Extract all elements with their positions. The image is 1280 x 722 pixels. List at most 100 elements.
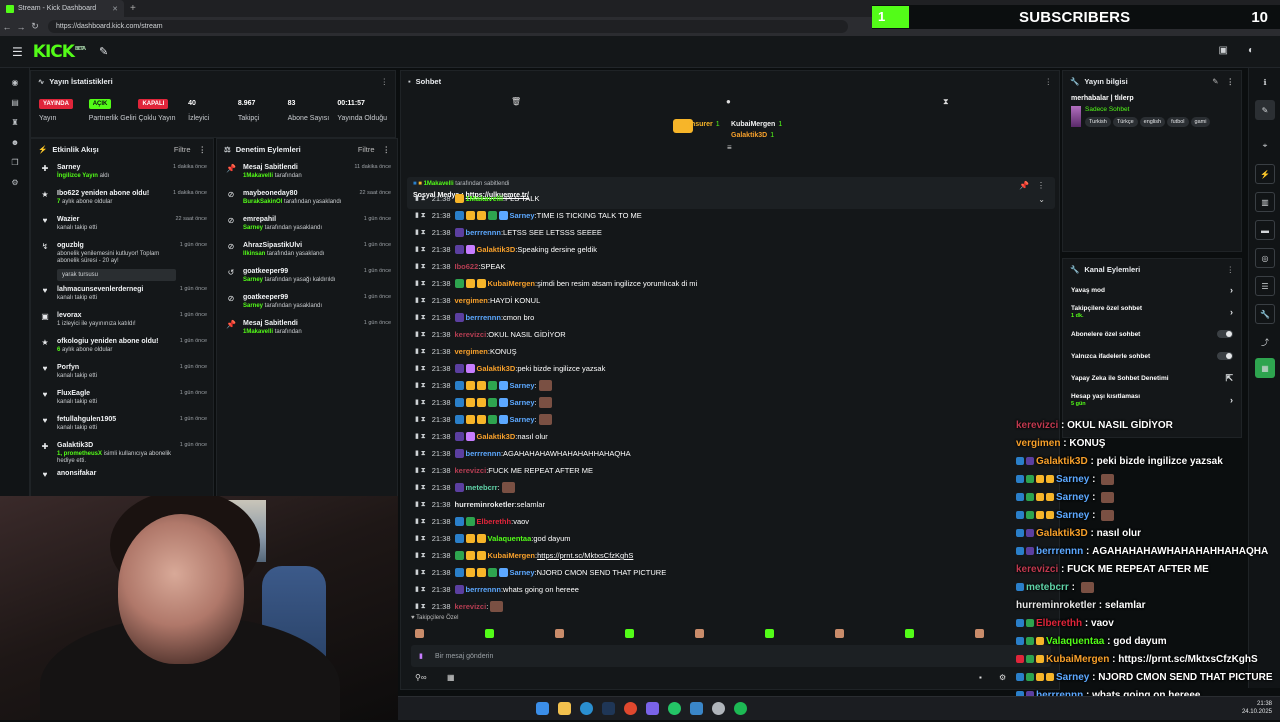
chat-message[interactable]: ▮ ⧗ 21:38 Valaquentaa: god dayum bbox=[401, 530, 1061, 547]
channel-action-row[interactable]: Yapay Zeka ile Sohbet Denetimi ⇱ bbox=[1063, 367, 1241, 389]
whatsapp-icon[interactable] bbox=[668, 702, 681, 715]
message-actions-icon[interactable]: ▮ ⧗ bbox=[415, 347, 426, 356]
more-icon[interactable]: ⋮ bbox=[199, 145, 207, 154]
chat-username[interactable]: metebcrr bbox=[466, 483, 498, 492]
tag-chip[interactable]: Türkçe bbox=[1112, 117, 1138, 127]
app-icon[interactable] bbox=[690, 702, 703, 715]
broadcast-icon[interactable]: ◎ bbox=[1255, 248, 1275, 268]
layout-icon[interactable]: ▣ bbox=[1219, 45, 1228, 56]
menu-icon[interactable]: ☰ bbox=[12, 45, 23, 59]
clock[interactable]: 21:38 24.10.2025 bbox=[1242, 700, 1272, 716]
tag-chip[interactable]: english bbox=[1139, 117, 1166, 127]
chat-message[interactable]: ▮ ⧗ 21:38 Sarney: TIME IS TICKING TALK TO … bbox=[401, 207, 1061, 224]
start-icon[interactable] bbox=[536, 702, 549, 715]
settings-icon[interactable]: ⚙ bbox=[10, 178, 20, 188]
chat-message[interactable]: ▮ ⧗ 21:38 Sarney: bbox=[401, 377, 1061, 394]
discord-icon[interactable] bbox=[646, 702, 659, 715]
channel-action-row[interactable]: Abonelere özel sohbet bbox=[1063, 323, 1241, 345]
message-actions-icon[interactable]: ▮ ⧗ bbox=[415, 279, 426, 288]
message-actions-icon[interactable]: ▮ ⧗ bbox=[415, 449, 426, 458]
message-actions-icon[interactable]: ▮ ⧗ bbox=[415, 585, 426, 594]
dashboard-icon[interactable]: ▤ bbox=[10, 98, 20, 108]
chat-icon[interactable]: ▪ bbox=[979, 673, 982, 682]
message-actions-icon[interactable]: ▮ ⧗ bbox=[415, 262, 426, 271]
message-actions-icon[interactable]: ▮ ⧗ bbox=[415, 483, 426, 492]
message-actions-icon[interactable]: ▮ ⧗ bbox=[415, 602, 426, 611]
files-icon[interactable] bbox=[558, 702, 571, 715]
emote-icon[interactable] bbox=[555, 629, 564, 638]
mic-icon[interactable]: ▮ bbox=[419, 652, 423, 660]
message-actions-icon[interactable]: ▮ ⧗ bbox=[415, 500, 426, 509]
chevron-right-icon[interactable]: › bbox=[1230, 285, 1233, 295]
category-name[interactable]: Sadece Sohbet bbox=[1085, 106, 1233, 113]
pin-icon[interactable]: 📌 bbox=[1019, 181, 1029, 190]
chat-username[interactable]: Galaktik3D bbox=[477, 245, 516, 254]
chat-message[interactable]: ▮ ⧗ 21:38 KubaiMergen: şimdi ben resim ats… bbox=[401, 275, 1061, 292]
share-icon[interactable]: ⤴ bbox=[1255, 332, 1275, 352]
bolt-icon[interactable]: ⚡ bbox=[1255, 164, 1275, 184]
message-actions-icon[interactable]: ▮ ⧗ bbox=[415, 228, 426, 237]
chat-username[interactable]: Ibo622 bbox=[455, 262, 479, 271]
extension-icon[interactable]: ▦ bbox=[1255, 358, 1275, 378]
chat-username[interactable]: kerevizci bbox=[455, 466, 487, 475]
chat-username[interactable]: berrrennn bbox=[466, 449, 501, 458]
tag-chip[interactable]: gami bbox=[1190, 117, 1211, 127]
feed-filter-button[interactable]: Filtre bbox=[174, 145, 191, 154]
chat-username[interactable]: kerevizci bbox=[455, 330, 487, 339]
new-tab-icon[interactable]: + bbox=[130, 3, 136, 14]
emote-icon[interactable] bbox=[835, 629, 844, 638]
chat-message[interactable]: ▮ ⧗ 21:38 KubaiMergen: https://prnt.sc/Mkt… bbox=[401, 547, 1061, 564]
url-input[interactable]: https://dashboard.kick.com/stream bbox=[48, 20, 848, 33]
chat-username[interactable]: vergimen bbox=[455, 347, 488, 356]
chat-message[interactable]: ▮ ⧗ 21:38 kerevizci: bbox=[401, 598, 1061, 612]
message-actions-icon[interactable]: ▮ ⧗ bbox=[415, 194, 426, 203]
chevron-right-icon[interactable]: › bbox=[1230, 395, 1233, 405]
external-link-icon[interactable]: ⇱ bbox=[1225, 373, 1233, 384]
message-actions-icon[interactable]: ▮ ⧗ bbox=[415, 398, 426, 407]
chat-message[interactable]: ▮ ⧗ 21:38 berrrennn: whats going on hereee bbox=[401, 581, 1061, 598]
spotify-icon[interactable] bbox=[734, 702, 747, 715]
chat-message[interactable]: ▮ ⧗ 21:38 vergimen: HAYDİ KONUL bbox=[401, 292, 1061, 309]
message-actions-icon[interactable]: ▮ ⧗ bbox=[415, 415, 426, 424]
emote-icon[interactable] bbox=[625, 629, 634, 638]
steam-icon[interactable] bbox=[602, 702, 615, 715]
trash-icon[interactable]: 🗑 bbox=[511, 97, 521, 106]
channel-action-row[interactable]: Yavaş mod › bbox=[1063, 279, 1241, 301]
toggle-switch[interactable] bbox=[1217, 330, 1233, 338]
settings-icon[interactable] bbox=[712, 702, 725, 715]
trophy-icon[interactable]: ♜ bbox=[10, 118, 20, 128]
chat-message[interactable]: ▮ ⧗ 21:38 Ibo622: SPEAK bbox=[401, 258, 1061, 275]
layers-icon[interactable]: ☰ bbox=[1255, 276, 1275, 296]
reload-icon[interactable]: ↻ bbox=[28, 21, 42, 32]
more-icon[interactable]: ⋮ bbox=[1037, 181, 1045, 190]
mod-filter-button[interactable]: Filtre bbox=[358, 145, 375, 154]
chat-username[interactable]: KubaiMergen bbox=[488, 279, 536, 288]
chat-username[interactable]: Valaquentaa bbox=[488, 534, 532, 543]
category-thumbnail[interactable] bbox=[1071, 106, 1081, 127]
chat-username[interactable]: Elberethh bbox=[477, 517, 512, 526]
chat-icon[interactable]: ▬ bbox=[1255, 220, 1275, 240]
stream-icon[interactable]: ◉ bbox=[10, 78, 20, 88]
collapse-icon[interactable]: ≡ bbox=[727, 143, 732, 152]
message-actions-icon[interactable]: ▮ ⧗ bbox=[415, 330, 426, 339]
tag-chip[interactable]: futbol bbox=[1167, 117, 1189, 127]
chat-username[interactable]: berrrennn bbox=[466, 313, 501, 322]
tools-icon[interactable]: ✎ bbox=[99, 45, 108, 58]
chat-message[interactable]: ▮ ⧗ 21:38 Sarney: bbox=[401, 411, 1061, 428]
message-actions-icon[interactable]: ▮ ⧗ bbox=[415, 568, 426, 577]
users-icon[interactable]: ☻ bbox=[10, 138, 20, 148]
message-actions-icon[interactable]: ▮ ⧗ bbox=[415, 245, 426, 254]
chat-message[interactable]: ▮ ⧗ 21:38 Galaktik3D: Speaking dersine gel… bbox=[401, 241, 1061, 258]
message-link[interactable]: https://prnt.sc/MktxsCfzKghS bbox=[537, 551, 633, 560]
message-actions-icon[interactable]: ▮ ⧗ bbox=[415, 432, 426, 441]
settings-icon[interactable]: ⚙ bbox=[999, 673, 1006, 682]
edit-icon[interactable]: ✎ bbox=[1255, 100, 1275, 120]
more-icon[interactable]: ⋮ bbox=[381, 77, 389, 86]
chat-message[interactable]: ▮ ⧗ 21:38 kerevizci: FUCK ME REPEAT AFTER … bbox=[401, 462, 1061, 479]
back-icon[interactable]: ← bbox=[0, 22, 14, 32]
chat-message[interactable]: ▮ ⧗ 21:38 Galaktik3D: nasıl olur bbox=[401, 428, 1061, 445]
forward-icon[interactable]: → bbox=[14, 22, 28, 32]
kick-logo[interactable]: KICKBETA bbox=[33, 42, 86, 62]
chat-message[interactable]: ▮ ⧗ 21:38 kerevizci: OKUL NASIL GİDİYOR bbox=[401, 326, 1061, 343]
chat-message[interactable]: ▮ ⧗ 21:38 berrrennn: LETSS SEE LETSSS SEEE… bbox=[401, 224, 1061, 241]
